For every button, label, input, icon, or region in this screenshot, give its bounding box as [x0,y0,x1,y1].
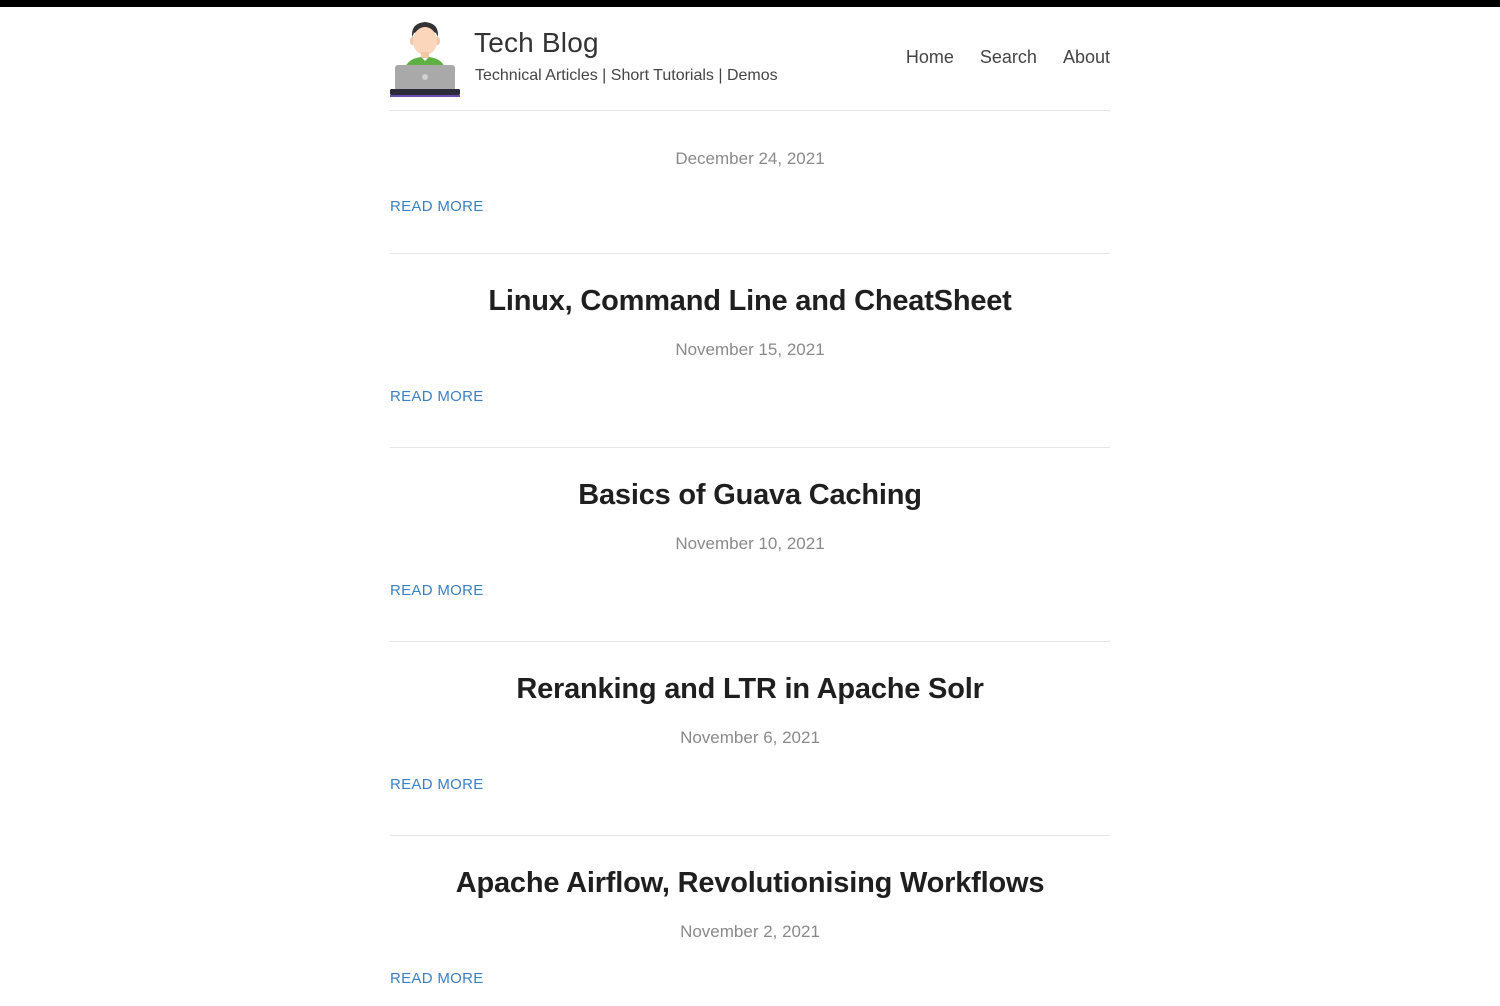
read-more-link[interactable]: READ MORE [390,198,484,215]
post-date: November 10, 2021 [675,534,825,553]
post-date: November 15, 2021 [675,340,825,359]
nav-home-link[interactable]: Home [906,47,954,68]
nav-about-link[interactable]: About [1063,47,1110,68]
read-more-link[interactable]: READ MORE [390,388,484,405]
post-item: Basics of Guava Caching November 10, 202… [390,448,1110,642]
read-more-link[interactable]: READ MORE [390,970,484,987]
main-nav: Home Search About [906,47,1110,68]
read-more-link[interactable]: READ MORE [390,776,484,793]
post-date: December 24, 2021 [675,149,825,168]
top-bar [0,0,1500,7]
site-tagline: Technical Articles | Short Tutorials | D… [475,67,778,84]
post-item: Linux, Command Line and CheatSheet Novem… [390,254,1110,448]
site-title[interactable]: Tech Blog [474,27,599,59]
post-item: December 24, 2021 READ MORE [390,111,1110,254]
post-title[interactable]: Reranking and LTR in Apache Solr [390,673,1110,706]
post-item: Reranking and LTR in Apache Solr Novembe… [390,642,1110,836]
page-container: Tech Blog Technical Articles | Short Tut… [390,7,1110,1006]
nav-search-link[interactable]: Search [980,47,1037,68]
post-item: Apache Airflow, Revolutionising Workflow… [390,836,1110,1006]
post-title[interactable]: Linux, Command Line and CheatSheet [390,285,1110,318]
site-header: Tech Blog Technical Articles | Short Tut… [390,7,1110,111]
post-date: November 6, 2021 [680,728,820,747]
read-more-link[interactable]: READ MORE [390,582,484,599]
developer-with-laptop-icon[interactable] [390,19,460,97]
post-date: November 2, 2021 [680,922,820,941]
post-title[interactable]: Basics of Guava Caching [390,479,1110,512]
post-title[interactable]: Apache Airflow, Revolutionising Workflow… [390,867,1110,900]
